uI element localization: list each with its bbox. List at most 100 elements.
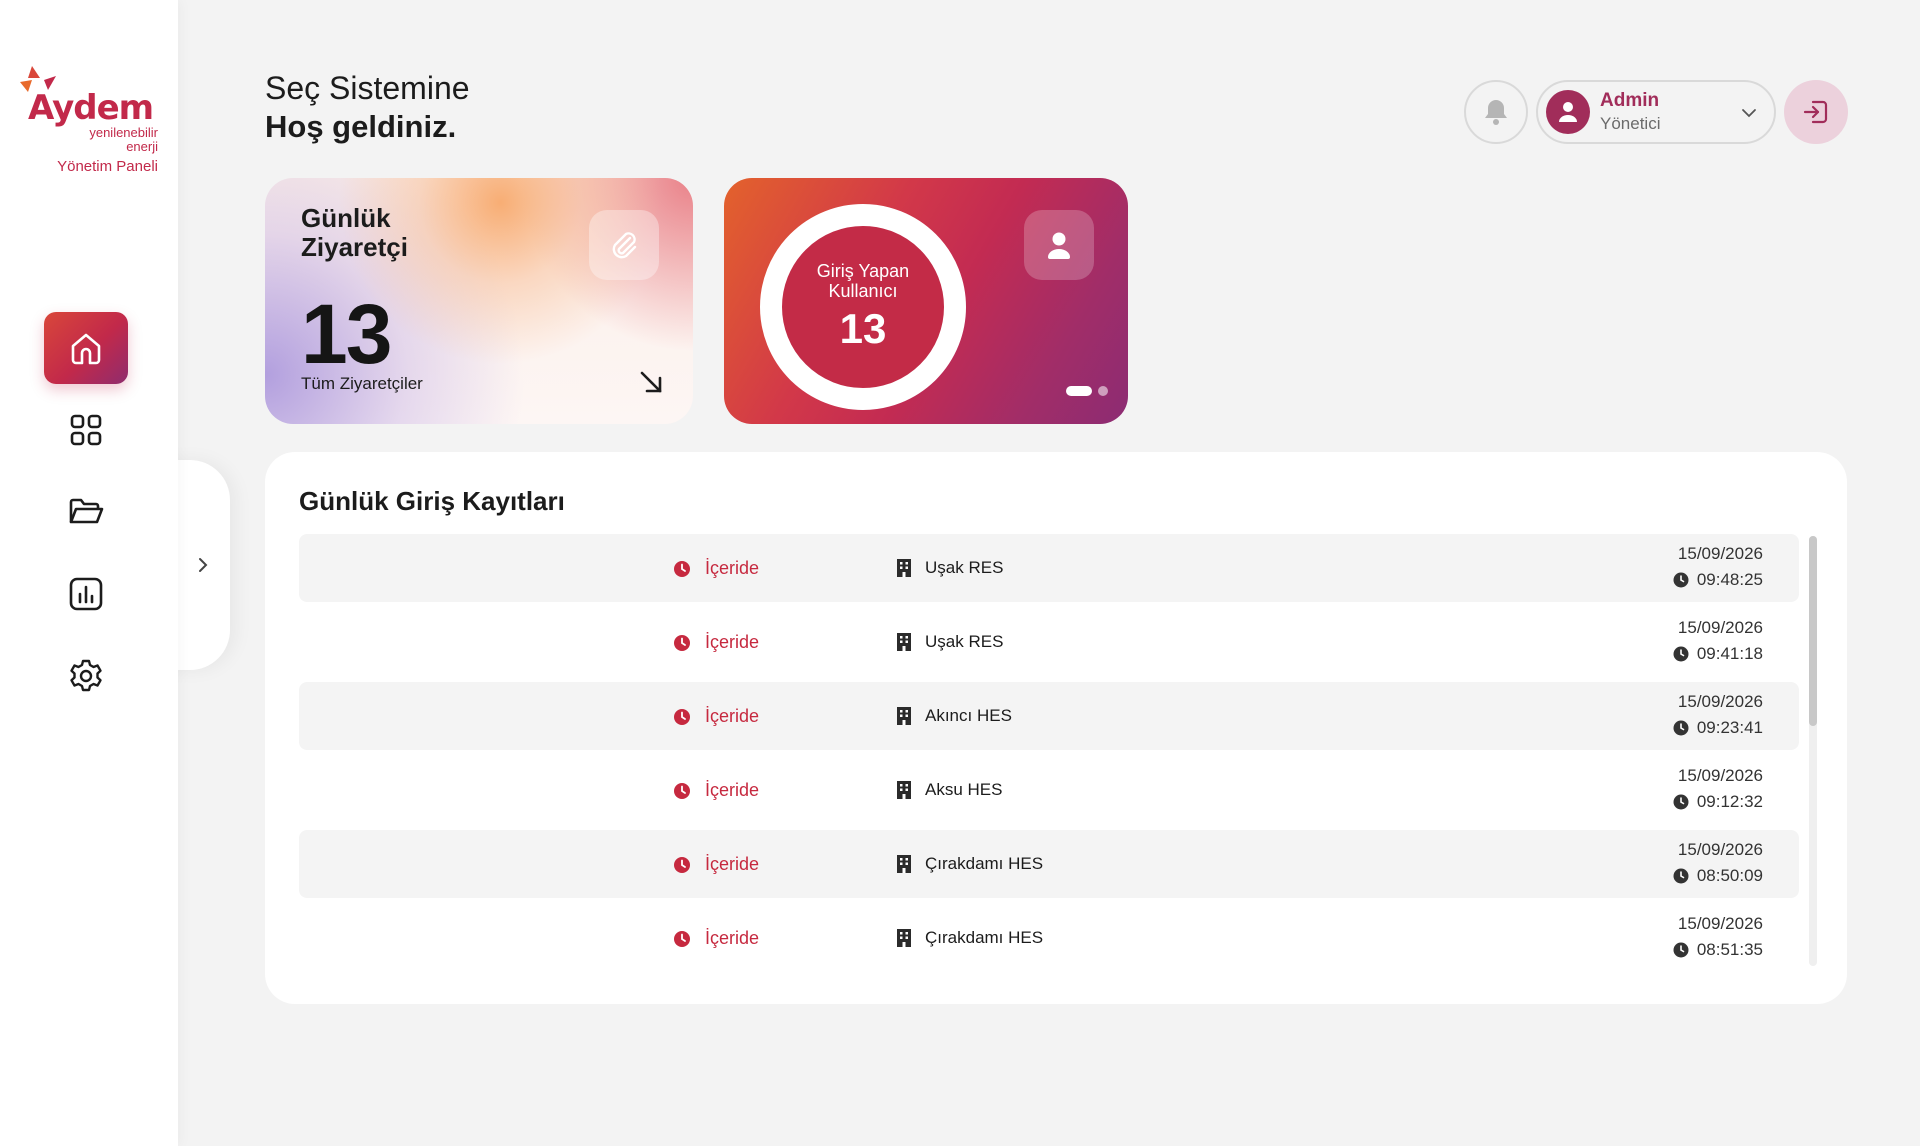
log-site-label: Uşak RES (925, 558, 1004, 577)
status-clock-icon (674, 782, 690, 799)
log-site: Uşak RES (897, 558, 1003, 578)
home-icon (71, 333, 101, 365)
chevron-right-icon (199, 558, 208, 572)
sidebar-item-reports[interactable] (44, 558, 128, 630)
log-status: İçeride (673, 854, 759, 875)
user-menu[interactable]: Admin Yönetici (1536, 80, 1776, 144)
status-clock-icon (674, 930, 690, 947)
log-date: 15/09/2026 (1677, 766, 1763, 785)
avatar (1546, 90, 1590, 134)
log-row[interactable]: İçeride Uşak RES 15/09/2026 09:41:18 (299, 608, 1799, 676)
log-row[interactable]: İçeride Çırakdamı HES 15/09/2026 08:51:3… (299, 904, 1799, 970)
log-row[interactable]: İçeride Akıncı HES 15/09/2026 09:23:41 (299, 682, 1799, 750)
logs-scrollbar[interactable] (1809, 536, 1817, 966)
logged-in-users-card[interactable]: Giriş Yapan Kullanıcı 13 (724, 178, 1128, 424)
user-role: Yönetici (1600, 114, 1661, 133)
carousel-dot[interactable] (1098, 386, 1108, 396)
log-row[interactable]: İçeride Çırakdamı HES 15/09/2026 08:50:0… (299, 830, 1799, 898)
status-clock-icon (674, 634, 690, 651)
log-row[interactable]: İçeride Aksu HES 15/09/2026 09:12:32 (299, 756, 1799, 824)
log-status-label: İçeride (705, 780, 760, 800)
welcome-line-1: Seç Sistemine (265, 70, 470, 106)
building-icon (897, 929, 911, 947)
log-status: İçeride (673, 632, 759, 653)
building-icon (897, 633, 911, 651)
log-time-label: 09:41:18 (1696, 644, 1763, 663)
carousel-indicator (1066, 386, 1108, 396)
bell-icon (1485, 100, 1507, 125)
sidebar-item-home[interactable] (44, 312, 128, 384)
sidebar-nav (44, 312, 128, 722)
log-site: Aksu HES (897, 780, 1002, 800)
log-date: 15/09/2026 (1677, 618, 1763, 637)
log-time-label: 08:50:09 (1696, 866, 1763, 885)
logs-title: Günlük Giriş Kayıtları (299, 486, 565, 516)
sidebar-item-settings[interactable] (44, 640, 128, 712)
brand-name: Aydem (28, 88, 154, 128)
logout-button[interactable] (1784, 80, 1848, 144)
status-clock-icon (674, 708, 690, 725)
log-time-label: 09:48:25 (1696, 570, 1763, 589)
logout-icon (1803, 100, 1828, 124)
log-time: 08:51:35 (1673, 940, 1763, 960)
scrollbar-thumb[interactable] (1809, 536, 1817, 726)
log-status-label: İçeride (705, 632, 760, 652)
all-visitors-link[interactable]: Tüm Ziyaretçiler (301, 374, 423, 394)
log-site-label: Aksu HES (925, 780, 1003, 799)
log-site-label: Çırakdamı HES (925, 854, 1044, 873)
logs-list[interactable]: İçeride Uşak RES 15/09/2026 09:48:25 İçe… (299, 534, 1799, 970)
time-clock-icon (1673, 794, 1689, 810)
log-time-label: 09:23:41 (1696, 718, 1763, 737)
log-site-label: Uşak RES (925, 632, 1004, 651)
log-status-label: İçeride (705, 558, 760, 578)
log-row[interactable]: İçeride Uşak RES 15/09/2026 09:48:25 (299, 534, 1799, 602)
sidebar-item-files[interactable] (44, 476, 128, 548)
log-site: Uşak RES (897, 632, 1003, 652)
users-ring: Giriş Yapan Kullanıcı 13 (760, 204, 966, 410)
panel-name: Yönetim Paneli (57, 158, 158, 175)
log-time-label: 09:12:32 (1696, 792, 1763, 811)
building-icon (897, 781, 911, 799)
log-time: 09:41:18 (1673, 644, 1763, 664)
log-site-label: Akıncı HES (925, 706, 1012, 725)
log-status: İçeride (673, 928, 759, 949)
log-status-label: İçeride (705, 854, 760, 874)
log-time: 09:48:25 (1673, 570, 1763, 590)
users-card-label: Giriş Yapan Kullanıcı (816, 261, 910, 301)
grid-icon (70, 414, 102, 446)
visitor-count: 13 (301, 287, 392, 381)
sidebar-item-dashboard[interactable] (44, 394, 128, 466)
log-time-label: 08:51:35 (1696, 940, 1763, 959)
paperclip-icon (612, 232, 637, 259)
building-icon (897, 559, 911, 577)
time-clock-icon (1673, 646, 1689, 662)
users-count: 13 (839, 305, 887, 352)
log-status-label: İçeride (705, 706, 760, 726)
brand-tagline-2: enerji (126, 139, 158, 154)
visitor-attach-button[interactable] (589, 210, 659, 280)
users-card-icon-button[interactable] (1024, 210, 1094, 280)
notifications-button[interactable] (1464, 80, 1528, 144)
log-status: İçeride (673, 706, 759, 727)
log-date: 15/09/2026 (1677, 840, 1763, 859)
user-name: Admin (1600, 90, 1660, 111)
log-site: Akıncı HES (897, 706, 1012, 726)
log-date: 15/09/2026 (1677, 544, 1763, 563)
log-site: Çırakdamı HES (897, 854, 1043, 874)
log-site-label: Çırakdamı HES (925, 928, 1044, 947)
log-status: İçeride (673, 558, 759, 579)
chart-icon (69, 577, 103, 611)
log-time: 09:12:32 (1673, 792, 1763, 812)
daily-visitor-card[interactable]: Günlük Ziyaretçi 13 Tüm Ziyaretçiler (265, 178, 693, 424)
welcome-header: Seç Sistemine Hoş geldiniz. (265, 70, 470, 145)
log-status: İçeride (673, 780, 759, 801)
carousel-dot-active[interactable] (1066, 386, 1092, 396)
time-clock-icon (1673, 720, 1689, 736)
brand-tagline-1: yenilenebilir (89, 125, 158, 140)
top-actions: Admin Yönetici (1464, 80, 1848, 144)
status-clock-icon (674, 856, 690, 873)
arrow-down-right-icon[interactable] (637, 368, 665, 396)
aydem-logo[interactable]: Aydem yenilenebilir enerji Yönetim Panel… (18, 64, 158, 176)
folder-icon (69, 498, 104, 524)
log-time: 09:23:41 (1673, 718, 1763, 738)
